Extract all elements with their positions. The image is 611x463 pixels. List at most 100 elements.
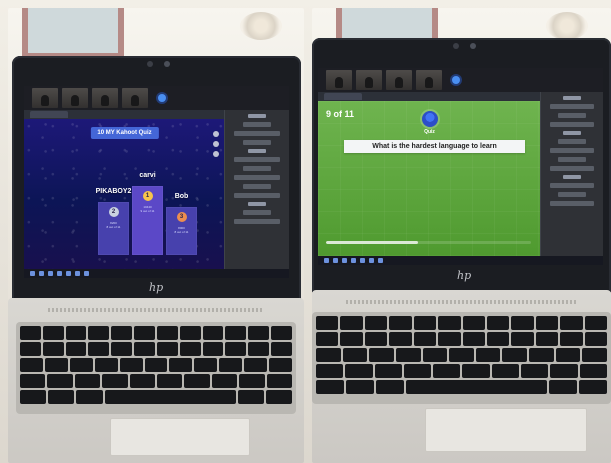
browser-tab[interactable] <box>324 93 362 100</box>
key[interactable] <box>144 358 168 372</box>
key[interactable] <box>438 332 461 346</box>
space-key[interactable] <box>406 380 547 394</box>
key[interactable] <box>345 364 373 378</box>
taskbar-app-icon[interactable] <box>351 258 356 263</box>
key[interactable] <box>316 348 341 362</box>
key[interactable] <box>535 332 559 346</box>
key[interactable] <box>548 380 577 394</box>
key[interactable] <box>47 374 73 388</box>
taskbar-app-icon[interactable] <box>48 271 53 276</box>
key[interactable] <box>76 390 103 404</box>
key[interactable] <box>535 316 559 330</box>
key[interactable] <box>462 316 485 330</box>
key[interactable] <box>413 332 437 346</box>
key[interactable] <box>486 316 510 330</box>
key[interactable] <box>20 390 47 404</box>
key[interactable] <box>239 374 265 388</box>
touchpad[interactable] <box>110 418 250 456</box>
taskbar-app-icon[interactable] <box>75 271 80 276</box>
key[interactable] <box>44 358 68 372</box>
key[interactable] <box>271 342 292 356</box>
taskbar-app-icon[interactable] <box>39 271 44 276</box>
key[interactable] <box>584 332 608 346</box>
key[interactable] <box>265 390 293 404</box>
key[interactable] <box>438 316 461 330</box>
key[interactable] <box>157 374 183 388</box>
key[interactable] <box>74 374 101 388</box>
key[interactable] <box>511 316 534 330</box>
key[interactable] <box>582 348 608 362</box>
key[interactable] <box>403 364 432 378</box>
key[interactable] <box>560 332 583 346</box>
taskbar-app-icon[interactable] <box>342 258 347 263</box>
key[interactable] <box>364 316 388 330</box>
key[interactable] <box>94 358 118 372</box>
key[interactable] <box>502 348 528 362</box>
taskbar-app-icon[interactable] <box>378 258 383 263</box>
key[interactable] <box>129 374 156 388</box>
taskbar-app-icon[interactable] <box>360 258 365 263</box>
key[interactable] <box>156 342 178 356</box>
key[interactable] <box>244 358 268 372</box>
key[interactable] <box>211 374 238 388</box>
key[interactable] <box>202 326 224 340</box>
key[interactable] <box>237 390 264 404</box>
key[interactable] <box>48 390 75 404</box>
key[interactable] <box>266 374 293 388</box>
control-button[interactable] <box>213 141 219 147</box>
key[interactable] <box>433 364 461 378</box>
key[interactable] <box>374 364 402 378</box>
key[interactable] <box>111 326 133 340</box>
key[interactable] <box>179 326 201 340</box>
key[interactable] <box>340 332 363 346</box>
key[interactable] <box>69 358 93 372</box>
key[interactable] <box>20 374 46 388</box>
key[interactable] <box>225 342 247 356</box>
space-key[interactable] <box>104 390 236 404</box>
touchpad[interactable] <box>425 408 587 452</box>
key[interactable] <box>65 342 87 356</box>
key[interactable] <box>20 342 41 356</box>
key[interactable] <box>413 316 437 330</box>
key[interactable] <box>521 364 549 378</box>
key[interactable] <box>42 326 64 340</box>
key[interactable] <box>491 364 520 378</box>
key[interactable] <box>346 380 375 394</box>
taskbar-app-icon[interactable] <box>369 258 374 263</box>
key[interactable] <box>134 326 155 340</box>
taskbar-app-icon[interactable] <box>57 271 62 276</box>
key[interactable] <box>364 332 388 346</box>
key[interactable] <box>550 364 578 378</box>
key[interactable] <box>156 326 178 340</box>
control-button[interactable] <box>213 151 219 157</box>
key[interactable] <box>316 332 339 346</box>
key[interactable] <box>342 348 368 362</box>
key[interactable] <box>584 316 608 330</box>
key[interactable] <box>42 342 64 356</box>
key[interactable] <box>184 374 210 388</box>
taskbar-app-icon[interactable] <box>324 258 329 263</box>
key[interactable] <box>486 332 510 346</box>
key[interactable] <box>316 316 339 330</box>
key[interactable] <box>422 348 448 362</box>
taskbar-app-icon[interactable] <box>84 271 89 276</box>
key[interactable] <box>88 342 110 356</box>
key[interactable] <box>134 342 155 356</box>
taskbar-app-icon[interactable] <box>66 271 71 276</box>
key[interactable] <box>475 348 501 362</box>
key[interactable] <box>578 380 607 394</box>
key[interactable] <box>395 348 421 362</box>
key[interactable] <box>119 358 143 372</box>
key[interactable] <box>219 358 243 372</box>
key[interactable] <box>529 348 554 362</box>
key[interactable] <box>248 342 270 356</box>
key[interactable] <box>389 332 412 346</box>
key[interactable] <box>389 316 412 330</box>
key[interactable] <box>65 326 87 340</box>
key[interactable] <box>555 348 581 362</box>
key[interactable] <box>462 364 490 378</box>
key[interactable] <box>462 332 485 346</box>
key[interactable] <box>316 380 345 394</box>
key[interactable] <box>269 358 292 372</box>
key[interactable] <box>369 348 394 362</box>
